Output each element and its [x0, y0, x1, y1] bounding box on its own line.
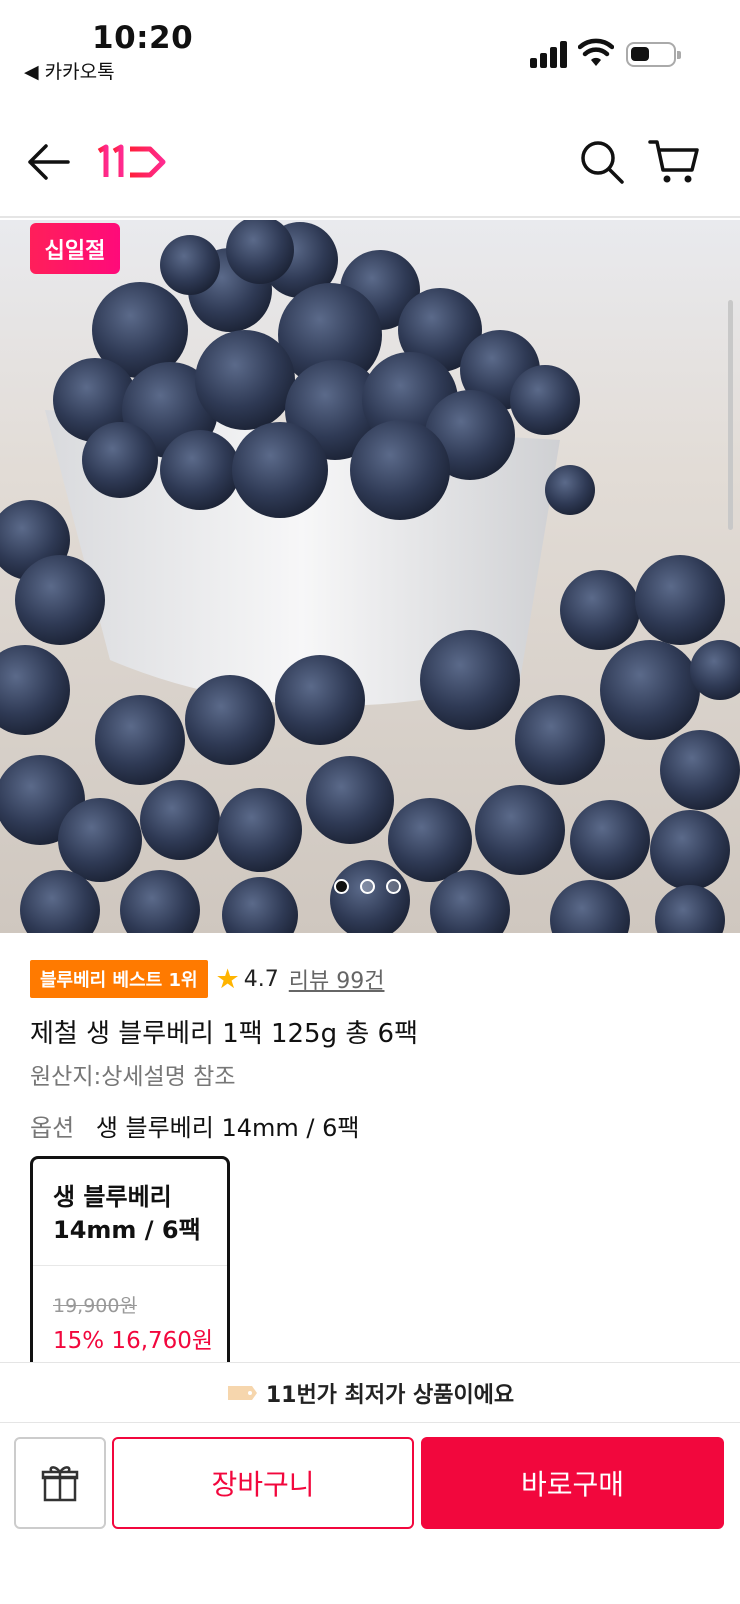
image-pagination: [334, 879, 401, 894]
back-to-app-link[interactable]: ◀ 카카오톡: [24, 57, 115, 84]
page-scrollbar[interactable]: [728, 300, 733, 530]
app-header: [0, 110, 740, 218]
11st-logo[interactable]: [96, 142, 168, 182]
status-bar: 10:20 ◀ 카카오톡: [0, 0, 740, 100]
rating-value: 4.7: [243, 966, 279, 992]
back-arrow-icon[interactable]: [26, 142, 72, 182]
sipiljeol-badge: 십일절: [30, 223, 120, 274]
product-image[interactable]: [0, 220, 740, 933]
product-origin: 원산지:상세설명 참조: [30, 1064, 236, 1090]
product-info: 블루베리 베스트 1위 ★ 4.7 리뷰 99건: [30, 960, 720, 998]
blueberry-photo: [0, 220, 740, 933]
status-time: 10:20: [92, 20, 194, 56]
review-link[interactable]: 리뷰 99건: [289, 963, 385, 995]
option-card-name: 생 블루베리 14mm / 6팩: [53, 1183, 201, 1244]
add-to-cart-button[interactable]: 장바구니: [112, 1437, 414, 1529]
battery-icon: [626, 42, 681, 67]
rating-row: 블루베리 베스트 1위 ★ 4.7 리뷰 99건: [30, 960, 720, 998]
product-title: 제철 생 블루베리 1팩 125g 총 6팩: [30, 1019, 419, 1049]
option-card-selected[interactable]: 생 블루베리 14mm / 6팩 19,900원 15% 16,760원: [30, 1156, 230, 1376]
cellular-signal-icon: [530, 40, 570, 68]
pagination-dot-1[interactable]: [334, 879, 349, 894]
bottom-action-bar: 장바구니 바로구매: [0, 1422, 740, 1604]
option-card-divider: [33, 1265, 227, 1266]
star-icon: ★: [215, 963, 240, 995]
price-tag-icon: [227, 1385, 257, 1400]
best-seller-badge: 블루베리 베스트 1위: [30, 960, 208, 998]
search-icon[interactable]: [578, 138, 626, 186]
wifi-icon: [578, 38, 614, 66]
cart-icon[interactable]: [648, 138, 700, 186]
lowest-price-text: 11번가 최저가 상품이에요: [265, 1382, 515, 1408]
original-price: 19,900원: [53, 1295, 137, 1317]
option-label: 옵션: [30, 1114, 75, 1142]
pagination-dot-2[interactable]: [360, 879, 375, 894]
option-row: 옵션 생 블루베리 14mm / 6팩: [30, 1108, 359, 1143]
gift-icon: [41, 1466, 79, 1502]
lowest-price-banner: 11번가 최저가 상품이에요: [0, 1362, 740, 1422]
pagination-dot-3[interactable]: [386, 879, 401, 894]
buy-now-button[interactable]: 바로구매: [421, 1437, 724, 1529]
gift-button[interactable]: [14, 1437, 106, 1529]
sale-price: 15% 16,760원: [53, 1328, 214, 1354]
option-value: 생 블루베리 14mm / 6팩: [95, 1114, 360, 1142]
